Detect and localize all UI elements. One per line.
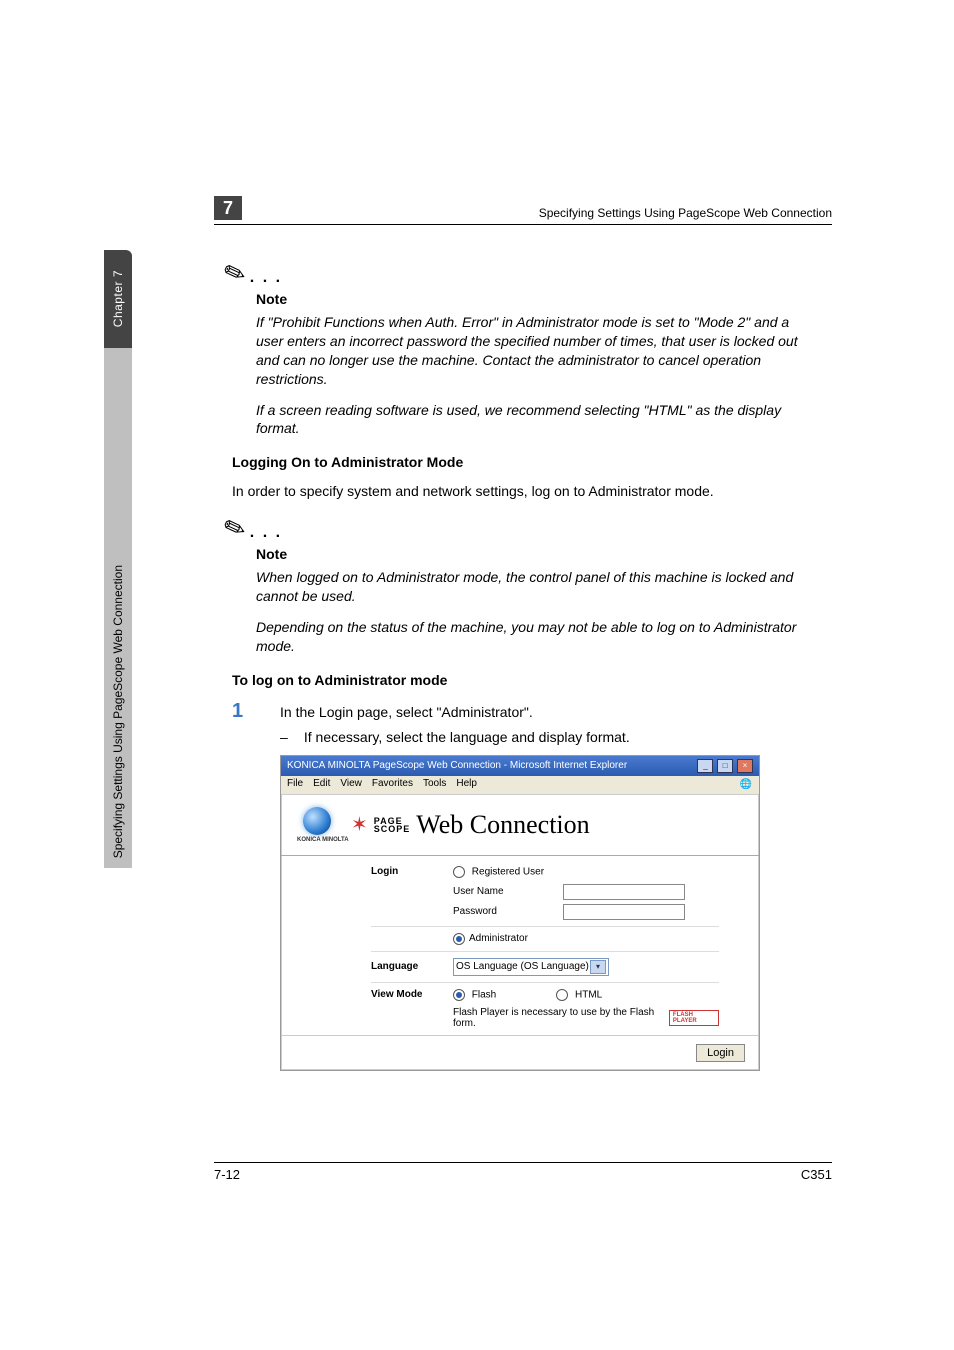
step-1-substep: – If necessary, select the language and … — [280, 729, 808, 745]
username-label: User Name — [453, 886, 563, 897]
flash-radio[interactable] — [453, 989, 465, 1001]
registered-user-radio[interactable] — [453, 866, 465, 878]
administrator-radio[interactable] — [453, 933, 465, 945]
menu-help[interactable]: Help — [456, 778, 477, 792]
ie-logo-icon: 🌐 — [739, 778, 753, 792]
maximize-icon[interactable]: □ — [717, 759, 733, 773]
html-label: HTML — [575, 989, 602, 1000]
pagescope-brand: ✶ PAGE SCOPE Web Connection — [351, 810, 590, 840]
running-header: 7 Specifying Settings Using PageScope We… — [214, 196, 832, 225]
chevron-down-icon: ▾ — [590, 960, 606, 974]
web-connection-title: Web Connection — [416, 810, 589, 840]
registered-user-label: Registered User — [472, 866, 544, 877]
note-label-2: Note — [256, 546, 808, 562]
close-icon[interactable]: × — [737, 759, 753, 773]
page-number: 7-12 — [214, 1167, 240, 1182]
administrator-label: Administrator — [469, 933, 528, 944]
page-footer: 7-12 C351 — [214, 1162, 832, 1182]
flash-notice-text: Flash Player is necessary to use by the … — [453, 1007, 663, 1029]
note2-para1: When logged on to Administrator mode, th… — [256, 568, 808, 606]
menu-view[interactable]: View — [340, 778, 362, 792]
konica-minolta-logo: KONICA MINOLTA — [297, 807, 337, 843]
side-tab-section: Specifying Settings Using PageScope Web … — [104, 348, 132, 868]
section-heading-to-log-on: To log on to Administrator mode — [232, 672, 808, 688]
pagescope-stack: PAGE SCOPE — [374, 817, 411, 833]
note-label: Note — [256, 291, 808, 307]
flash-label: Flash — [472, 989, 496, 1000]
login-screenshot: KONICA MINOLTA PageScope Web Connection … — [280, 755, 760, 1071]
side-tab-chapter-label: Chapter 7 — [111, 270, 125, 327]
pagescope-line2: SCOPE — [374, 825, 411, 833]
side-tab-chapter: Chapter 7 — [104, 250, 132, 348]
password-label: Password — [453, 906, 563, 917]
section-heading-login-admin: Logging On to Administrator Mode — [232, 454, 808, 470]
pencil-icon: ✎ — [219, 255, 250, 292]
login-form: Login Registered User User Name Password — [281, 856, 759, 1035]
pagescope-icon: ✶ — [351, 812, 368, 837]
username-input[interactable] — [563, 884, 685, 900]
divider — [371, 926, 719, 927]
chapter-number: 7 — [214, 196, 242, 220]
dash-icon: – — [280, 729, 300, 745]
window-title: KONICA MINOLTA PageScope Web Connection … — [287, 760, 627, 771]
language-value: OS Language (OS Language) — [456, 961, 589, 972]
menu-file[interactable]: File — [287, 778, 303, 792]
step-1-text: In the Login page, select "Administrator… — [280, 700, 533, 720]
screenshot-footer: Login — [281, 1035, 759, 1070]
pencil-icon: ✎ — [219, 510, 250, 547]
viewmode-label: View Mode — [371, 989, 453, 1000]
note2-para2: Depending on the status of the machine, … — [256, 618, 808, 656]
konica-minolta-text: KONICA MINOLTA — [297, 837, 337, 843]
window-titlebar: KONICA MINOLTA PageScope Web Connection … — [281, 756, 759, 776]
flash-notice-row: Flash Player is necessary to use by the … — [453, 1007, 719, 1029]
brand-banner: KONICA MINOLTA ✶ PAGE SCOPE Web Connecti… — [281, 795, 759, 856]
flash-player-badge-icon: FLASH PLAYER — [669, 1010, 719, 1026]
menu-edit[interactable]: Edit — [313, 778, 330, 792]
step-1-substep-text: If necessary, select the language and di… — [304, 729, 630, 745]
ellipsis-icon: . . . — [250, 269, 282, 289]
divider — [371, 982, 719, 983]
globe-icon — [303, 807, 331, 835]
model-label: C351 — [801, 1167, 832, 1182]
running-title: Specifying Settings Using PageScope Web … — [254, 206, 832, 220]
html-radio[interactable] — [556, 989, 568, 1001]
side-tab-section-label: Specifying Settings Using PageScope Web … — [111, 565, 125, 858]
window-controls: _ □ × — [696, 759, 753, 773]
login-label: Login — [371, 866, 453, 877]
language-label: Language — [371, 961, 453, 972]
note-icon-row-2: ✎ . . . — [224, 513, 808, 544]
section1-body: In order to specify system and network s… — [232, 482, 808, 501]
note1-para1: If "Prohibit Functions when Auth. Error"… — [256, 313, 808, 389]
step-number: 1 — [232, 700, 280, 723]
password-input[interactable] — [563, 904, 685, 920]
menu-tools[interactable]: Tools — [423, 778, 446, 792]
ellipsis-icon: . . . — [250, 524, 282, 544]
note1-para2: If a screen reading software is used, we… — [256, 401, 808, 439]
side-tab: Chapter 7 Specifying Settings Using Page… — [104, 250, 132, 930]
language-select[interactable]: OS Language (OS Language) ▾ — [453, 958, 609, 976]
menubar: File Edit View Favorites Tools Help 🌐 — [281, 776, 759, 795]
step-1-row: 1 In the Login page, select "Administrat… — [232, 700, 808, 723]
menu-favorites[interactable]: Favorites — [372, 778, 413, 792]
note-icon-row: ✎ . . . — [224, 258, 808, 289]
login-button[interactable]: Login — [696, 1044, 745, 1062]
divider — [371, 951, 719, 952]
minimize-icon[interactable]: _ — [697, 759, 713, 773]
